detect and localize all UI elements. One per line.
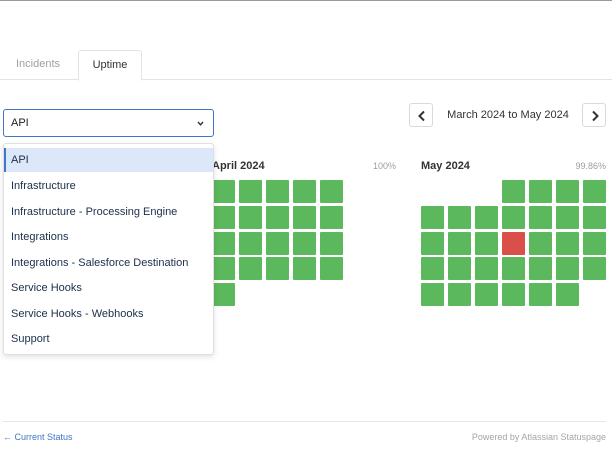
uptime-day[interactable]	[448, 283, 471, 307]
uptime-day[interactable]	[320, 257, 343, 281]
uptime-day[interactable]	[448, 231, 471, 255]
uptime-day[interactable]	[502, 257, 525, 281]
uptime-day[interactable]	[266, 231, 289, 255]
component-dropdown: API Infrastructure Infrastructure - Proc…	[3, 143, 214, 355]
dropdown-option-service-hooks-webhooks[interactable]: Service Hooks - Webhooks	[4, 302, 213, 326]
chevron-down-icon	[197, 121, 204, 126]
uptime-day[interactable]	[320, 205, 343, 229]
uptime-day[interactable]	[293, 180, 316, 203]
month-uptime-percent: 99.86%	[575, 161, 606, 171]
dropdown-option-api[interactable]: API	[4, 148, 213, 172]
tab-incidents[interactable]: Incidents	[3, 50, 73, 81]
top-divider	[0, 0, 612, 1]
uptime-day[interactable]	[529, 283, 552, 307]
month-uptime-percent: 100%	[372, 161, 396, 171]
uptime-day[interactable]	[421, 205, 444, 229]
uptime-day[interactable]	[421, 257, 444, 281]
component-select-value: API	[11, 117, 29, 129]
chevron-left-icon	[418, 110, 425, 122]
uptime-day[interactable]	[212, 231, 235, 255]
dropdown-option-integrations-salesforce-destination[interactable]: Integrations - Salesforce Destination	[4, 251, 213, 275]
uptime-day[interactable]	[239, 205, 262, 229]
uptime-day[interactable]	[239, 180, 262, 203]
uptime-day[interactable]	[266, 205, 289, 229]
uptime-day[interactable]	[583, 180, 606, 203]
uptime-day[interactable]	[293, 257, 316, 281]
uptime-day[interactable]	[212, 283, 235, 307]
uptime-day[interactable]	[448, 257, 471, 281]
uptime-day[interactable]	[529, 205, 552, 229]
uptime-day[interactable]	[502, 283, 525, 307]
uptime-day[interactable]	[212, 257, 235, 281]
dropdown-option-infrastructure[interactable]: Infrastructure	[4, 174, 213, 198]
uptime-day[interactable]	[583, 231, 606, 255]
uptime-day[interactable]	[266, 257, 289, 281]
current-status-link[interactable]: ← Current Status	[3, 432, 73, 442]
uptime-day[interactable]	[556, 257, 579, 281]
uptime-day[interactable]	[239, 231, 262, 255]
uptime-day[interactable]	[239, 257, 262, 281]
dropdown-option-infrastructure-processing-engine[interactable]: Infrastructure - Processing Engine	[4, 200, 213, 224]
uptime-day[interactable]	[475, 205, 498, 229]
date-range-label: March 2024 to May 2024	[447, 109, 569, 121]
uptime-day[interactable]	[475, 231, 498, 255]
uptime-day[interactable]	[421, 231, 444, 255]
uptime-day-outage[interactable]	[502, 231, 525, 255]
uptime-day[interactable]	[475, 257, 498, 281]
tab-bar: Incidents Uptime	[0, 50, 612, 81]
uptime-day[interactable]	[293, 205, 316, 229]
uptime-day[interactable]	[556, 283, 579, 307]
uptime-day[interactable]	[293, 231, 316, 255]
uptime-day[interactable]	[556, 180, 579, 203]
uptime-day[interactable]	[502, 205, 525, 229]
uptime-day[interactable]	[556, 231, 579, 255]
chevron-right-icon	[592, 110, 599, 122]
uptime-day[interactable]	[212, 205, 235, 229]
previous-period-button[interactable]	[409, 103, 433, 127]
uptime-day[interactable]	[502, 180, 525, 203]
uptime-day[interactable]	[421, 283, 444, 307]
uptime-day[interactable]	[583, 257, 606, 281]
uptime-day[interactable]	[320, 231, 343, 255]
next-period-button[interactable]	[582, 103, 606, 127]
uptime-day[interactable]	[556, 205, 579, 229]
uptime-day[interactable]	[583, 205, 606, 229]
uptime-day[interactable]	[320, 180, 343, 203]
month-title: May 2024	[421, 160, 470, 172]
tab-uptime[interactable]: Uptime	[78, 50, 142, 81]
month-title: April 2024	[212, 160, 265, 172]
dropdown-option-integrations[interactable]: Integrations	[4, 225, 213, 249]
uptime-day[interactable]	[212, 180, 235, 203]
dropdown-option-service-hooks[interactable]: Service Hooks	[4, 276, 213, 300]
footer-divider	[3, 421, 606, 422]
uptime-day[interactable]	[529, 257, 552, 281]
dropdown-option-support[interactable]: Support	[4, 327, 213, 351]
uptime-day[interactable]	[448, 205, 471, 229]
uptime-day[interactable]	[475, 283, 498, 307]
uptime-day[interactable]	[529, 180, 552, 203]
component-select[interactable]: API	[3, 109, 214, 137]
uptime-day[interactable]	[529, 231, 552, 255]
uptime-day[interactable]	[266, 180, 289, 203]
powered-by-link[interactable]: Powered by Atlassian Statuspage	[472, 432, 606, 442]
